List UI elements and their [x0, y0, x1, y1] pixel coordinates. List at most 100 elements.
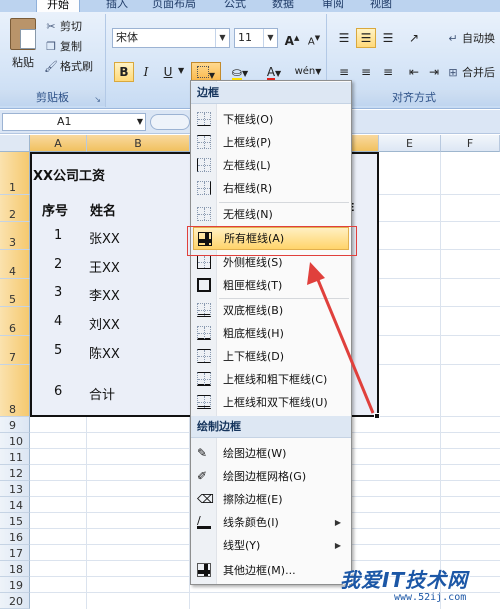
row-header-11[interactable]: 11: [0, 449, 30, 465]
menu-item-top-thick-bottom-border[interactable]: 上框线和粗下框线(C): [193, 368, 349, 391]
column-header-b[interactable]: B: [87, 135, 190, 152]
row-header-17[interactable]: 17: [0, 545, 30, 561]
row-no[interactable]: 3: [54, 285, 62, 300]
row-name[interactable]: 张XX: [89, 228, 120, 247]
header-no[interactable]: 序号: [42, 200, 68, 219]
bold-button[interactable]: B: [114, 62, 134, 82]
align-right-button[interactable]: ≡: [378, 62, 398, 82]
menu-item-right-border[interactable]: 右框线(R): [193, 177, 349, 200]
cut-button[interactable]: ✂ 剪切: [44, 18, 82, 36]
menu-item-thick-box-border[interactable]: 粗匣框线(T): [193, 274, 349, 297]
row-name[interactable]: 李XX: [89, 285, 120, 304]
menu-item-no-border[interactable]: 无框线(N): [193, 203, 349, 226]
row-header-2[interactable]: 2: [0, 195, 30, 222]
column-header-d[interactable]: [352, 135, 379, 152]
font-name-value: 宋体: [116, 31, 138, 44]
tab-home[interactable]: 开始: [36, 0, 80, 12]
decrease-indent-button[interactable]: ⇤: [404, 62, 424, 82]
align-center-button[interactable]: ≡: [356, 62, 376, 82]
paste-button[interactable]: 粘贴: [6, 18, 40, 76]
chevron-down-icon[interactable]: ▼: [137, 114, 143, 130]
row-header-16[interactable]: 16: [0, 529, 30, 545]
name-box[interactable]: A1 ▼: [2, 113, 146, 131]
menu-item-top-bottom-border[interactable]: 上下框线(D): [193, 345, 349, 368]
row-header-9[interactable]: 9: [0, 417, 30, 433]
chevron-down-icon[interactable]: ▼: [263, 29, 277, 47]
row-name[interactable]: 陈XX: [89, 343, 120, 362]
chevron-down-icon[interactable]: ▼: [178, 66, 184, 75]
row-header-4[interactable]: 4: [0, 250, 30, 279]
row-no[interactable]: 5: [54, 343, 62, 358]
menu-item-line-style[interactable]: 线型(Y) ▶: [193, 534, 349, 557]
row-name[interactable]: 合计: [89, 384, 115, 403]
row-header-3[interactable]: 3: [0, 222, 30, 250]
formula-bar-resize-handle[interactable]: [150, 114, 190, 130]
align-middle-button[interactable]: ☰: [356, 28, 376, 48]
row-header-18[interactable]: 18: [0, 561, 30, 577]
tab-page-layout[interactable]: 页面布局: [152, 0, 196, 11]
row-name[interactable]: 刘XX: [89, 314, 120, 333]
row-header-5[interactable]: 5: [0, 279, 30, 307]
align-top-button[interactable]: ☰: [334, 28, 354, 48]
menu-item-draw-border-grid[interactable]: ✐ 绘图边框网格(G): [193, 465, 349, 488]
increase-indent-button[interactable]: ⇥: [424, 62, 444, 82]
align-bottom-button[interactable]: ☰: [378, 28, 398, 48]
menu-item-line-color[interactable]: ∕ 线条颜色(I) ▶: [193, 511, 349, 534]
row-header-1[interactable]: 1: [0, 152, 30, 195]
menu-item-left-border[interactable]: 左框线(L): [193, 154, 349, 177]
tab-data[interactable]: 数据: [272, 0, 294, 11]
tab-formulas[interactable]: 公式: [224, 0, 246, 11]
grow-font-button[interactable]: A▲: [282, 28, 302, 48]
merge-center-button[interactable]: ⊞ 合并后: [446, 64, 495, 82]
menu-item-top-border[interactable]: 上框线(P): [193, 131, 349, 154]
font-color-button[interactable]: A▼: [259, 62, 289, 82]
tab-view[interactable]: 视图: [370, 0, 392, 11]
row-header-8[interactable]: 8: [0, 365, 30, 417]
borders-button[interactable]: ▼: [191, 62, 221, 82]
row-header-6[interactable]: 6: [0, 307, 30, 336]
format-painter-button[interactable]: 🖌 格式刷: [44, 58, 93, 76]
row-no[interactable]: 1: [54, 228, 62, 243]
row-header-7[interactable]: 7: [0, 336, 30, 365]
fill-handle[interactable]: [374, 413, 380, 419]
column-header-f[interactable]: F: [441, 135, 500, 152]
menu-item-thick-bottom-border[interactable]: 粗底框线(H): [193, 322, 349, 345]
wrap-text-button[interactable]: ↵ 自动换: [446, 30, 495, 48]
column-header-a[interactable]: A: [30, 135, 87, 152]
row-no[interactable]: 2: [54, 257, 62, 272]
row-header-19[interactable]: 19: [0, 577, 30, 593]
row-header-20[interactable]: 20: [0, 593, 30, 609]
dialog-launcher-icon[interactable]: ↘: [94, 95, 101, 104]
row-header-14[interactable]: 14: [0, 497, 30, 513]
orientation-button[interactable]: ↗: [404, 28, 424, 48]
row-no[interactable]: 4: [54, 314, 62, 329]
row-header-13[interactable]: 13: [0, 481, 30, 497]
underline-button[interactable]: U: [158, 62, 178, 82]
row-name[interactable]: 王XX: [89, 257, 120, 276]
menu-item-top-double-bottom-border[interactable]: 上框线和双下框线(U): [193, 391, 349, 414]
row-header-15[interactable]: 15: [0, 513, 30, 529]
menu-item-double-bottom-border[interactable]: 双底框线(B): [193, 299, 349, 322]
cell-title[interactable]: XX公司工资: [33, 165, 105, 184]
copy-button[interactable]: ❐ 复制: [44, 38, 82, 56]
select-all-corner[interactable]: [0, 135, 30, 152]
italic-button[interactable]: I: [136, 62, 156, 82]
menu-item-erase-border[interactable]: ⌫ 擦除边框(E): [193, 488, 349, 511]
column-header-e[interactable]: E: [379, 135, 441, 152]
row-no[interactable]: 6: [54, 384, 62, 399]
row-header-10[interactable]: 10: [0, 433, 30, 449]
row-header-12[interactable]: 12: [0, 465, 30, 481]
header-name[interactable]: 姓名: [90, 200, 116, 219]
fill-color-button[interactable]: ⛀▼: [225, 62, 255, 82]
menu-item-bottom-border[interactable]: 下框线(O): [193, 108, 349, 131]
font-name-combo[interactable]: 宋体 ▼: [112, 28, 230, 48]
align-top-icon: ☰: [338, 31, 350, 45]
chevron-down-icon[interactable]: ▼: [215, 29, 229, 47]
tab-insert[interactable]: 插入: [106, 0, 128, 11]
phonetic-button[interactable]: wén▼: [293, 62, 323, 82]
shrink-font-button[interactable]: A▼: [304, 28, 324, 48]
align-left-button[interactable]: ≡: [334, 62, 354, 82]
font-size-combo[interactable]: 11 ▼: [234, 28, 278, 48]
tab-review[interactable]: 审阅: [322, 0, 344, 11]
menu-item-draw-border[interactable]: ✎ 绘图边框(W): [193, 442, 349, 465]
